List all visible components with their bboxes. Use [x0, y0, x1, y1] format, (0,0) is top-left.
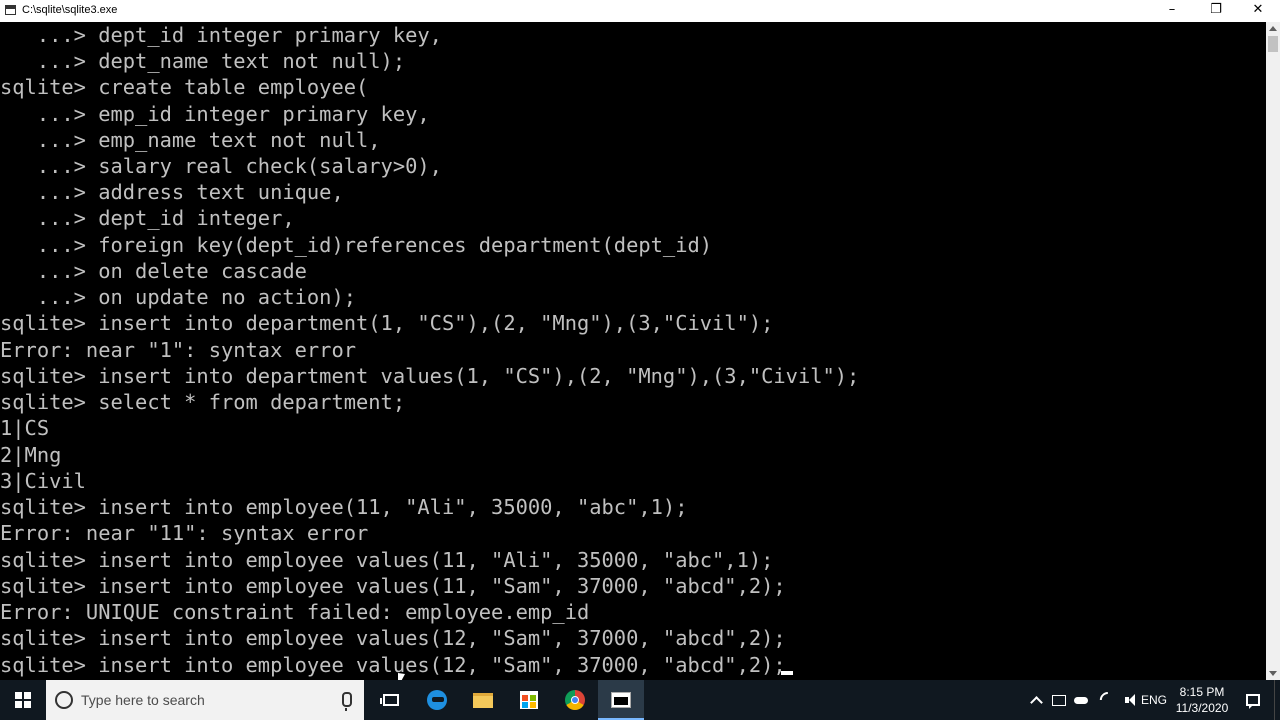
console-line: sqlite> insert into department(1, "CS"),… — [0, 311, 774, 335]
console-line: Error: near "1": syntax error — [0, 338, 357, 362]
console-line: sqlite> create table employee( — [0, 75, 369, 99]
scroll-thumb[interactable] — [1268, 36, 1278, 52]
edge-taskbar-button[interactable] — [414, 680, 460, 720]
console-line: 2|Mng — [0, 443, 62, 467]
show-hidden-icons-button[interactable] — [1028, 680, 1044, 720]
console-line: ...> on delete cascade — [0, 259, 307, 283]
microphone-icon[interactable] — [342, 692, 352, 711]
speaker-icon — [1125, 694, 1135, 706]
text-cursor — [781, 671, 793, 675]
action-center-button[interactable] — [1238, 680, 1268, 720]
taskbar-search-box[interactable]: Type here to search — [46, 680, 364, 720]
show-desktop-button[interactable] — [1274, 680, 1280, 720]
tray-onedrive-button[interactable] — [1070, 680, 1092, 720]
file-explorer-taskbar-button[interactable] — [460, 680, 506, 720]
console-line: ...> dept_id integer, — [0, 206, 295, 230]
task-view-icon — [380, 694, 399, 706]
console-line: sqlite> insert into department values(1,… — [0, 364, 860, 388]
console-line: sqlite> insert into employee values(11, … — [0, 574, 786, 598]
sqlite-console-icon — [611, 692, 631, 708]
cortana-icon — [55, 691, 73, 709]
clock-date: 11/3/2020 — [1175, 701, 1229, 715]
clock[interactable]: 8:15 PM 11/3/2020 — [1172, 680, 1232, 720]
language-indicator[interactable]: ENG — [1138, 680, 1170, 720]
taskbar: Type here to search ENG 8:15 PM 11/3/202… — [0, 680, 1280, 720]
console-line: ...> dept_name text not null); — [0, 49, 406, 73]
task-view-button[interactable] — [368, 680, 414, 720]
store-taskbar-button[interactable] — [506, 680, 552, 720]
close-button[interactable]: ✕ — [1236, 0, 1280, 22]
console-line: ...> emp_name text not null, — [0, 128, 381, 152]
notification-icon — [1246, 694, 1260, 709]
restore-button[interactable]: ❐ — [1194, 0, 1238, 22]
console-line: sqlite> insert into employee values(11, … — [0, 548, 774, 572]
scroll-up-arrow-icon[interactable] — [1269, 26, 1277, 31]
search-placeholder: Type here to search — [81, 692, 205, 708]
onedrive-cloud-icon — [1074, 696, 1088, 704]
sqlite-console-taskbar-button[interactable] — [598, 680, 644, 720]
file-explorer-icon — [473, 692, 493, 708]
console-line: ...> address text unique, — [0, 180, 344, 204]
windows-logo-icon — [15, 692, 31, 708]
console-line: ...> on update no action); — [0, 285, 357, 309]
edge-icon — [427, 690, 447, 710]
start-button[interactable] — [0, 680, 46, 720]
tray-volume-button[interactable] — [1116, 680, 1138, 720]
window-title-bar[interactable]: C:\sqlite\sqlite3.exe – ❐ ✕ — [0, 0, 1280, 22]
device-icon — [1052, 694, 1066, 706]
console-line: sqlite> insert into employee values(12, … — [0, 653, 786, 677]
console-line: ...> emp_id integer primary key, — [0, 102, 430, 126]
console-line: sqlite> select * from department; — [0, 390, 406, 414]
chrome-taskbar-button[interactable] — [552, 680, 598, 720]
console-line: 1|CS — [0, 416, 50, 440]
console-output[interactable]: ...> dept_id integer primary key, ...> d… — [0, 22, 1266, 680]
vertical-scrollbar[interactable] — [1266, 22, 1280, 680]
chevron-up-icon — [1029, 695, 1043, 709]
mouse-pointer-icon — [398, 673, 412, 680]
console-line: ...> salary real check(salary>0), — [0, 154, 442, 178]
console-line: ...> foreign key(dept_id)references depa… — [0, 233, 713, 257]
minimize-button[interactable]: – — [1150, 0, 1194, 22]
console-line: sqlite> insert into employee(11, "Ali", … — [0, 495, 688, 519]
tray-network-button[interactable] — [1094, 680, 1120, 720]
console-line: Error: UNIQUE constraint failed: employe… — [0, 600, 590, 624]
chrome-icon — [565, 690, 585, 710]
console-line: 3|Civil — [0, 469, 86, 493]
tray-device-button[interactable] — [1048, 680, 1070, 720]
scroll-down-arrow-icon[interactable] — [1269, 671, 1277, 676]
console-line: Error: near "11": syntax error — [0, 521, 369, 545]
window-title: C:\sqlite\sqlite3.exe — [22, 4, 118, 16]
console-line: sqlite> insert into employee values(12, … — [0, 626, 786, 650]
clock-time: 8:15 PM — [1179, 685, 1225, 699]
store-icon — [520, 691, 538, 709]
console-app-icon — [5, 5, 16, 15]
console-line: ...> dept_id integer primary key, — [0, 23, 442, 47]
